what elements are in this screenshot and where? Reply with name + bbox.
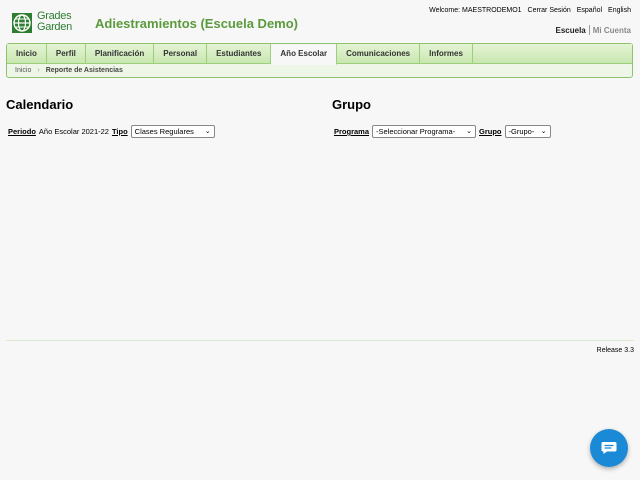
- context-switch: Escuela Mi Cuenta: [556, 25, 631, 35]
- grupo-select-value: -Grupo-: [508, 127, 535, 136]
- grupo-heading: Grupo: [332, 97, 371, 112]
- calendario-filters: Periodo Año Escolar 2021-22 Tipo Clases …: [8, 125, 215, 138]
- footer-divider: [6, 340, 634, 341]
- context-divider: [588, 25, 590, 35]
- tab-personal[interactable]: Personal: [154, 44, 208, 63]
- chevron-down-icon: ⌄: [540, 128, 547, 135]
- lang-es-link[interactable]: Español: [577, 7, 602, 14]
- breadcrumb-home[interactable]: Inicio: [15, 67, 31, 74]
- periodo-label[interactable]: Periodo: [8, 127, 36, 136]
- tab-inicio[interactable]: Inicio: [7, 44, 47, 63]
- nav-tabs: Inicio Perfil Planificación Personal Est…: [7, 44, 632, 65]
- tipo-label[interactable]: Tipo: [112, 127, 128, 136]
- tab-perfil[interactable]: Perfil: [47, 44, 86, 63]
- grupo-label[interactable]: Grupo: [479, 127, 502, 136]
- tab-estudiantes[interactable]: Estudiantes: [207, 44, 272, 63]
- grupo-filters: Programa -Seleccionar Programa- ⌄ Grupo …: [334, 125, 551, 138]
- breadcrumb: Inicio › Reporte de Asistencias: [7, 64, 632, 77]
- logo-text: Grades Garden: [37, 11, 72, 33]
- tipo-select-value: Clases Regulares: [134, 127, 194, 136]
- programa-label[interactable]: Programa: [334, 127, 369, 136]
- release-label: Release 3.3: [596, 347, 634, 354]
- programa-select[interactable]: -Seleccionar Programa- ⌄: [372, 125, 477, 138]
- tab-comunicaciones[interactable]: Comunicaciones: [337, 44, 421, 63]
- periodo-value: Año Escolar 2021-22: [38, 127, 109, 136]
- main-nav: Inicio Perfil Planificación Personal Est…: [6, 43, 633, 78]
- chevron-down-icon: ⌄: [204, 128, 211, 135]
- grades-garden-logo[interactable]: Grades Garden: [11, 11, 81, 35]
- grupo-select[interactable]: -Grupo- ⌄: [504, 125, 551, 138]
- tab-planificacion[interactable]: Planificación: [86, 44, 155, 63]
- page-title: Adiestramientos (Escuela Demo): [95, 16, 299, 31]
- chevron-down-icon: ⌄: [466, 128, 473, 135]
- programa-select-value: -Seleccionar Programa-: [376, 127, 456, 136]
- top-links: Welcome: MAESTRODEMO1 Cerrar Sesión Espa…: [429, 7, 631, 14]
- calendario-heading: Calendario: [6, 97, 74, 112]
- breadcrumb-arrow-icon: ›: [37, 67, 40, 74]
- tipo-select[interactable]: Clases Regulares ⌄: [130, 125, 215, 138]
- breadcrumb-current: Reporte de Asistencias: [45, 67, 123, 74]
- header: Grades Garden Adiestramientos (Escuela D…: [0, 0, 640, 44]
- globe-logo-icon: [12, 13, 32, 33]
- chat-bubble-icon: [601, 442, 617, 454]
- context-escuela[interactable]: Escuela: [556, 26, 586, 35]
- context-mi-cuenta[interactable]: Mi Cuenta: [593, 26, 631, 35]
- tab-ano-escolar[interactable]: Año Escolar: [271, 44, 338, 65]
- welcome-text: Welcome: MAESTRODEMO1: [429, 7, 522, 14]
- tab-informes[interactable]: Informes: [420, 44, 473, 63]
- lang-en-link[interactable]: English: [608, 7, 631, 14]
- logout-link[interactable]: Cerrar Sesión: [528, 7, 571, 14]
- chat-button[interactable]: [590, 429, 628, 467]
- tab-bar-filler: [473, 44, 632, 63]
- logo-line2: Garden: [37, 21, 72, 33]
